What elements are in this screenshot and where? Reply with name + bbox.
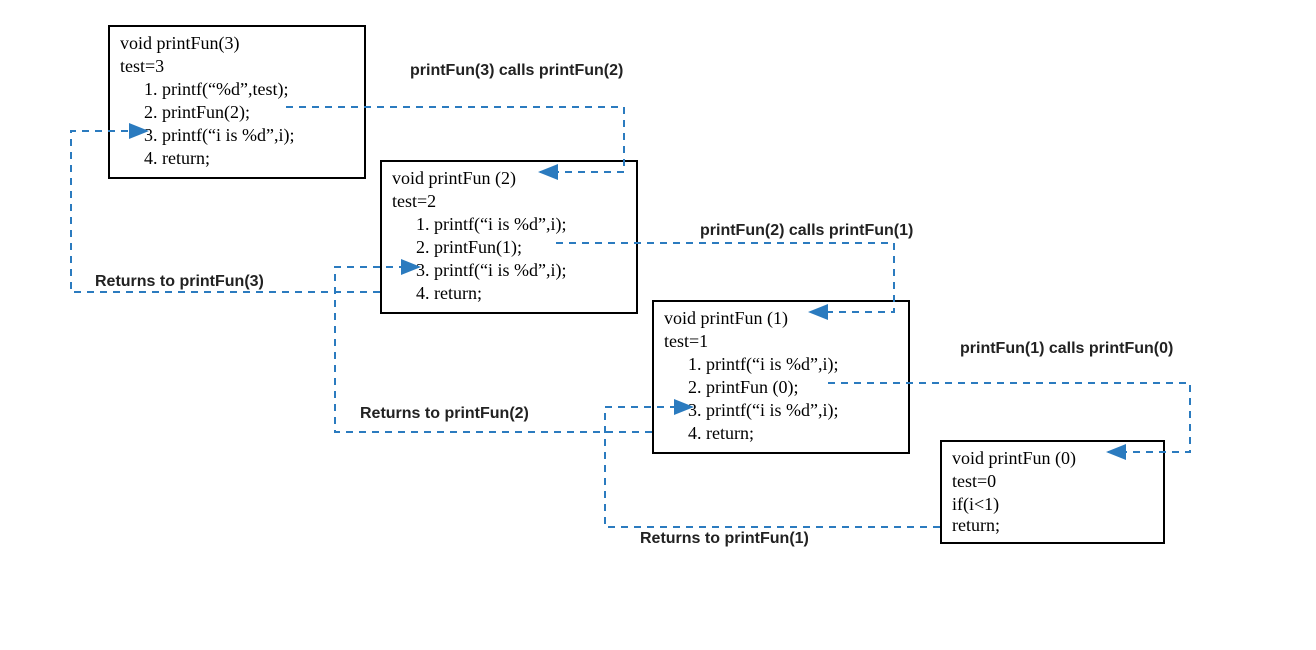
box3-line1: printf(“%d”,test); (162, 79, 354, 100)
box3-line2: printFun(2); (162, 102, 354, 123)
label-return-2: Returns to printFun(2) (360, 405, 529, 423)
box3-signature: void printFun(3) (120, 33, 354, 54)
box1-signature: void printFun (1) (664, 308, 898, 329)
box3-line4: return; (162, 148, 354, 169)
box3-line3: printf(“i is %d”,i); (162, 125, 354, 146)
label-return-1: Returns to printFun(1) (640, 530, 809, 548)
box3-steps: printf(“%d”,test); printFun(2); printf(“… (120, 79, 354, 169)
box0-test: test=0 (952, 471, 1153, 492)
box2-line4: return; (434, 283, 626, 304)
box1-line3: printf(“i is %d”,i); (706, 400, 898, 421)
label-return-3: Returns to printFun(3) (95, 273, 264, 291)
box1-line4: return; (706, 423, 898, 444)
box-printfun-0: void printFun (0) test=0 if(i<1) return; (940, 440, 1165, 544)
box2-line1: printf(“i is %d”,i); (434, 214, 626, 235)
box1-line2: printFun (0); (706, 377, 898, 398)
box2-steps: printf(“i is %d”,i); printFun(1); printf… (392, 214, 626, 304)
box0-return: return; (952, 515, 1153, 536)
box-printfun-1: void printFun (1) test=1 printf(“i is %d… (652, 300, 910, 454)
box3-test: test=3 (120, 56, 354, 77)
label-call-3-2: printFun(3) calls printFun(2) (410, 62, 623, 80)
box2-signature: void printFun (2) (392, 168, 626, 189)
box-printfun-3: void printFun(3) test=3 printf(“%d”,test… (108, 25, 366, 179)
box1-steps: printf(“i is %d”,i); printFun (0); print… (664, 354, 898, 444)
box0-cond: if(i<1) (952, 494, 1153, 515)
box2-line3: printf(“i is %d”,i); (434, 260, 626, 281)
label-call-1-0: printFun(1) calls printFun(0) (960, 340, 1173, 358)
box2-line2: printFun(1); (434, 237, 626, 258)
box2-test: test=2 (392, 191, 626, 212)
box0-signature: void printFun (0) (952, 448, 1153, 469)
box1-line1: printf(“i is %d”,i); (706, 354, 898, 375)
box-printfun-2: void printFun (2) test=2 printf(“i is %d… (380, 160, 638, 314)
label-call-2-1: printFun(2) calls printFun(1) (700, 222, 913, 240)
box1-test: test=1 (664, 331, 898, 352)
